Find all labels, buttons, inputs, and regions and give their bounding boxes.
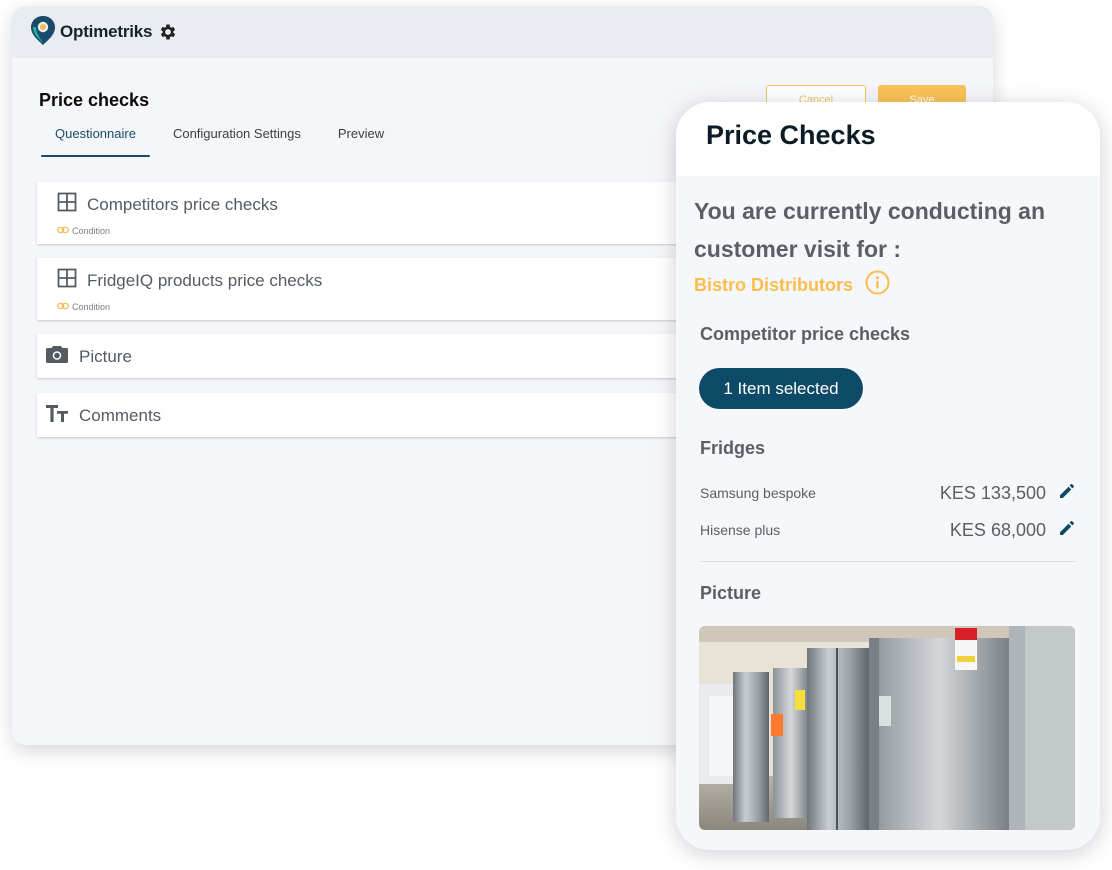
question-title: Picture	[79, 346, 132, 366]
condition-tag: Condition	[57, 226, 110, 236]
phone-preview: Price Checks You are currently conductin…	[676, 102, 1100, 850]
tab-configuration-settings[interactable]: Configuration Settings	[159, 124, 315, 156]
price-group: KES 133,500	[940, 482, 1076, 505]
brand[interactable]: Optimetriks	[30, 14, 152, 51]
brand-name: Optimetriks	[60, 22, 153, 41]
competitor-section-heading: Competitor price checks	[700, 324, 911, 344]
gear-icon[interactable]	[158, 22, 178, 42]
question-card[interactable]: Picture	[37, 334, 697, 378]
question-title: Comments	[79, 405, 162, 425]
customer-row: Bistro Distributors	[694, 270, 890, 300]
optimetriks-logo-icon	[30, 14, 56, 51]
condition-label: Condition	[72, 226, 111, 236]
product-name: Samsung bespoke	[700, 485, 816, 501]
question-card[interactable]: Competitors price checks Condition	[37, 182, 697, 244]
question-title: Competitors price checks	[87, 194, 278, 214]
fridge-photo-image	[699, 626, 1075, 830]
camera-icon	[45, 344, 69, 369]
fridges-heading: Fridges	[700, 438, 766, 458]
question-title: FridgeIQ products price checks	[87, 270, 323, 290]
price-row: Hisense plus KES 68,000	[700, 518, 1076, 542]
item-selected-button[interactable]: 1 Item selected	[699, 368, 863, 409]
question-header: Picture	[45, 344, 132, 369]
question-card[interactable]: FridgeIQ products price checks Condition	[37, 258, 697, 320]
product-name: Hisense plus	[700, 522, 781, 538]
tab-preview[interactable]: Preview	[324, 124, 398, 156]
grid-icon	[57, 268, 77, 293]
question-header: Competitors price checks	[57, 192, 278, 217]
stage: Optimetriks Price checks Questionnaire C…	[0, 0, 1112, 870]
phone-body: You are currently conducting an customer…	[676, 176, 1100, 850]
link-icon	[57, 226, 69, 236]
product-price: KES 68,000	[949, 519, 1046, 540]
price-group: KES 68,000	[950, 519, 1076, 542]
visit-message: You are currently conducting an customer…	[694, 198, 1046, 262]
divider	[700, 561, 1076, 562]
price-row: Samsung bespoke KES 133,500	[700, 481, 1076, 505]
fridge-photo[interactable]	[699, 626, 1075, 830]
edit-pencil-icon[interactable]	[1058, 482, 1076, 505]
picture-heading: Picture	[700, 583, 762, 603]
question-card[interactable]: Comments	[37, 393, 697, 437]
question-list: Competitors price checks Condition Fridg…	[37, 182, 697, 452]
condition-label: Condition	[72, 302, 111, 312]
condition-tag: Condition	[57, 302, 110, 312]
tab-questionnaire[interactable]: Questionnaire	[41, 124, 150, 157]
grid-icon	[57, 192, 77, 217]
app-topbar: Optimetriks	[12, 6, 993, 58]
question-header: Comments	[45, 403, 161, 428]
info-icon[interactable]	[865, 270, 890, 300]
product-price: KES 133,500	[939, 482, 1046, 503]
text-format-icon	[45, 403, 69, 428]
page-title: Price checks	[39, 90, 150, 110]
edit-pencil-icon[interactable]	[1058, 519, 1076, 542]
tab-bar: Questionnaire Configuration Settings Pre…	[41, 124, 398, 157]
customer-name: Bistro Distributors	[694, 274, 854, 295]
phone-title: Price Checks	[706, 120, 876, 150]
link-icon	[57, 302, 69, 312]
question-header: FridgeIQ products price checks	[57, 268, 322, 293]
